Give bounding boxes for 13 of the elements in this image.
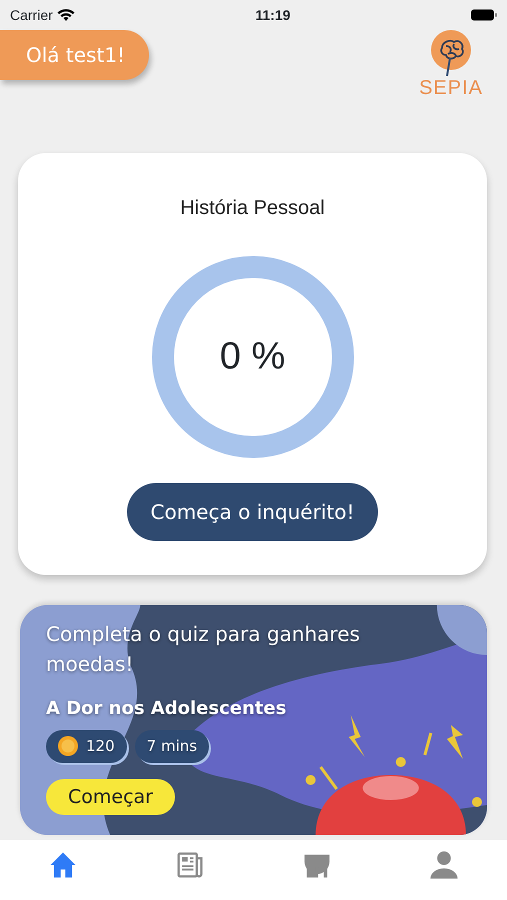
coin-icon	[58, 736, 78, 756]
battery-icon	[470, 9, 497, 21]
wifi-icon	[56, 8, 75, 22]
progress-percentage: 0 %	[220, 334, 286, 380]
duration-label: 7 mins	[134, 730, 210, 762]
start-quiz-button[interactable]: Começar	[46, 778, 175, 815]
start-survey-button[interactable]: Começa o inquérito!	[126, 483, 378, 541]
clock-time: 11:19	[255, 6, 290, 24]
coin-count: 120	[86, 736, 115, 757]
greeting-banner: Olá test1!	[0, 30, 150, 80]
logo-text: SEPIA	[419, 78, 483, 98]
carrier-label: Carrier	[10, 6, 53, 24]
card-title: História Pessoal	[180, 196, 325, 221]
